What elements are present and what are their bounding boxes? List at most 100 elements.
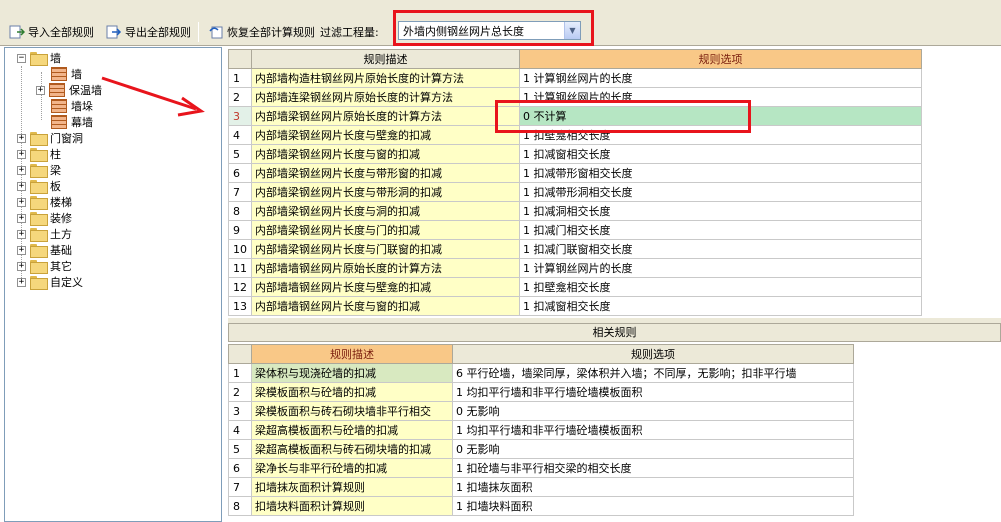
table-row[interactable]: 2 内部墙连梁钢丝网片原始长度的计算方法 1 计算钢丝网片的长度: [228, 87, 922, 107]
rule-description[interactable]: 内部墙梁钢丝网片长度与带形窗的扣减: [251, 163, 520, 183]
table-row[interactable]: 10 内部墙梁钢丝网片长度与门联窗的扣减 1 扣减门联窗相交长度: [228, 239, 922, 259]
rule-option-header[interactable]: 规则选项: [519, 49, 922, 69]
table-row[interactable]: 1 梁体积与现浇砼墙的扣减 6 平行砼墙，墙梁同厚，梁体积并入墙；不同厚，无影响；扣…: [228, 363, 854, 383]
expand-icon[interactable]: +: [17, 213, 26, 223]
rule-description[interactable]: 扣墙抹灰面积计算规则: [251, 477, 453, 497]
expand-icon[interactable]: +: [36, 85, 45, 95]
expand-icon[interactable]: +: [17, 165, 26, 175]
table-row[interactable]: 5 内部墙梁钢丝网片长度与窗的扣减 1 扣减窗相交长度: [228, 144, 922, 164]
rule-option[interactable]: 1 均扣平行墙和非平行墙砼墙模板面积: [452, 382, 854, 402]
rule-description[interactable]: 梁体积与现浇砼墙的扣减: [251, 363, 453, 383]
tree-node-foundation[interactable]: + 基础: [17, 242, 72, 258]
rule-description[interactable]: 内部墙连梁钢丝网片原始长度的计算方法: [251, 87, 520, 107]
tree-node-curtain-wall[interactable]: 幕墙: [51, 114, 93, 130]
tree-node-label: 土方: [50, 228, 72, 241]
expand-icon[interactable]: +: [17, 197, 26, 207]
table-row[interactable]: 3 内部墙梁钢丝网片原始长度的计算方法 0 不计算: [228, 106, 922, 126]
filter-select[interactable]: 外墙内侧钢丝网片总长度 ▼: [398, 21, 581, 40]
table-row[interactable]: 7 扣墙抹灰面积计算规则 1 扣墙抹灰面积: [228, 477, 854, 497]
rule-description[interactable]: 内部墙梁钢丝网片原始长度的计算方法: [251, 106, 520, 126]
tree-node-wall[interactable]: 墙: [51, 66, 82, 82]
table-row[interactable]: 7 内部墙梁钢丝网片长度与带形洞的扣减 1 扣减带形洞相交长度: [228, 182, 922, 202]
table-row[interactable]: 11 内部墙墙钢丝网片原始长度的计算方法 1 计算钢丝网片的长度: [228, 258, 922, 278]
rule-description[interactable]: 内部墙梁钢丝网片长度与门的扣减: [251, 220, 520, 240]
rule-description[interactable]: 梁超高模板面积与砖石砌块墙的扣减: [251, 439, 453, 459]
rule-option[interactable]: 0 无影响: [452, 439, 854, 459]
rule-description[interactable]: 内部墙构造柱钢丝网片原始长度的计算方法: [251, 68, 520, 88]
tree-node-earthwork[interactable]: + 土方: [17, 226, 72, 242]
expand-icon[interactable]: +: [17, 277, 26, 287]
rule-option[interactable]: 1 扣减带形洞相交长度: [519, 182, 922, 202]
chevron-down-icon[interactable]: ▼: [564, 22, 580, 39]
tree-node-custom[interactable]: + 自定义: [17, 274, 83, 290]
tree-node-wall-root[interactable]: − 墙: [17, 50, 61, 66]
table-row[interactable]: 8 内部墙梁钢丝网片长度与洞的扣减 1 扣减洞相交长度: [228, 201, 922, 221]
rule-option[interactable]: 1 扣减门联窗相交长度: [519, 239, 922, 259]
table-row[interactable]: 4 梁超高模板面积与砼墙的扣减 1 均扣平行墙和非平行墙砼墙模板面积: [228, 420, 854, 440]
restore-rules-button[interactable]: 恢复全部计算规则: [205, 21, 318, 43]
related-desc-header[interactable]: 规则描述: [251, 344, 453, 364]
rule-option[interactable]: 1 扣减带形窗相交长度: [519, 163, 922, 183]
expand-icon[interactable]: +: [17, 133, 26, 143]
table-row[interactable]: 13 内部墙墙钢丝网片长度与窗的扣减 1 扣减窗相交长度: [228, 296, 922, 316]
rule-description[interactable]: 内部墙梁钢丝网片长度与窗的扣减: [251, 144, 520, 164]
collapse-icon[interactable]: −: [17, 53, 26, 63]
related-option-header[interactable]: 规则选项: [452, 344, 854, 364]
rule-description[interactable]: 内部墙梁钢丝网片长度与洞的扣减: [251, 201, 520, 221]
rule-description[interactable]: 梁净长与非平行砼墙的扣减: [251, 458, 453, 478]
table-row[interactable]: 3 梁模板面积与砖石砌块墙非平行相交 0 无影响: [228, 401, 854, 421]
expand-icon[interactable]: +: [17, 245, 26, 255]
table-row[interactable]: 1 内部墙构造柱钢丝网片原始长度的计算方法 1 计算钢丝网片的长度: [228, 68, 922, 88]
rule-option[interactable]: 0 无影响: [452, 401, 854, 421]
rule-desc-header[interactable]: 规则描述: [251, 49, 520, 69]
tree-node-other[interactable]: + 其它: [17, 258, 72, 274]
rule-option[interactable]: 1 扣壁龛相交长度: [519, 277, 922, 297]
tree-node-decoration[interactable]: + 装修: [17, 210, 72, 226]
table-row[interactable]: 2 梁模板面积与砼墙的扣减 1 均扣平行墙和非平行墙砼墙模板面积: [228, 382, 854, 402]
rule-option[interactable]: 1 扣减洞相交长度: [519, 201, 922, 221]
rule-description[interactable]: 内部墙梁钢丝网片长度与壁龛的扣减: [251, 125, 520, 145]
rule-option[interactable]: 1 计算钢丝网片的长度: [519, 68, 922, 88]
rule-description[interactable]: 扣墙块料面积计算规则: [251, 496, 453, 516]
table-row[interactable]: 9 内部墙梁钢丝网片长度与门的扣减 1 扣减门相交长度: [228, 220, 922, 240]
rule-description[interactable]: 内部墙墙钢丝网片长度与窗的扣减: [251, 296, 520, 316]
rule-option[interactable]: 1 扣墙块料面积: [452, 496, 854, 516]
expand-icon[interactable]: +: [17, 149, 26, 159]
export-rules-button[interactable]: 导出全部规则: [103, 21, 194, 43]
rule-option[interactable]: 1 扣减门相交长度: [519, 220, 922, 240]
rule-description[interactable]: 梁模板面积与砼墙的扣减: [251, 382, 453, 402]
rule-option[interactable]: 1 扣减窗相交长度: [519, 296, 922, 316]
expand-icon[interactable]: +: [17, 181, 26, 191]
tree-node-insulation-wall[interactable]: + 保温墙: [36, 82, 102, 98]
import-rules-button[interactable]: 导入全部规则: [6, 21, 97, 43]
tree-node-beam[interactable]: + 梁: [17, 162, 61, 178]
tree-node-door-window-opening[interactable]: + 门窗洞: [17, 130, 83, 146]
rule-option[interactable]: 1 扣减窗相交长度: [519, 144, 922, 164]
table-row[interactable]: 5 梁超高模板面积与砖石砌块墙的扣减 0 无影响: [228, 439, 854, 459]
table-row[interactable]: 12 内部墙墙钢丝网片长度与壁龛的扣减 1 扣壁龛相交长度: [228, 277, 922, 297]
tree-node-stairs[interactable]: + 楼梯: [17, 194, 72, 210]
expand-icon[interactable]: +: [17, 261, 26, 271]
rule-option[interactable]: 1 计算钢丝网片的长度: [519, 258, 922, 278]
rule-description[interactable]: 内部墙梁钢丝网片长度与带形洞的扣减: [251, 182, 520, 202]
rule-option[interactable]: 1 计算钢丝网片的长度: [519, 87, 922, 107]
tree-node-column[interactable]: + 柱: [17, 146, 61, 162]
rule-description[interactable]: 内部墙墙钢丝网片原始长度的计算方法: [251, 258, 520, 278]
rule-description[interactable]: 梁超高模板面积与砼墙的扣减: [251, 420, 453, 440]
tree-node-pilaster[interactable]: 墙垛: [51, 98, 93, 114]
rule-description[interactable]: 内部墙墙钢丝网片长度与壁龛的扣减: [251, 277, 520, 297]
rule-description[interactable]: 内部墙梁钢丝网片长度与门联窗的扣减: [251, 239, 520, 259]
rule-option[interactable]: 1 扣壁龛相交长度: [519, 125, 922, 145]
expand-icon[interactable]: +: [17, 229, 26, 239]
table-row[interactable]: 6 梁净长与非平行砼墙的扣减 1 扣砼墙与非平行相交梁的相交长度: [228, 458, 854, 478]
rule-option[interactable]: 6 平行砼墙，墙梁同厚，梁体积并入墙；不同厚，无影响；扣非平行墙: [452, 363, 854, 383]
rule-option[interactable]: 0 不计算: [519, 106, 922, 126]
table-row[interactable]: 8 扣墙块料面积计算规则 1 扣墙块料面积: [228, 496, 854, 516]
rule-option[interactable]: 1 扣砼墙与非平行相交梁的相交长度: [452, 458, 854, 478]
tree-node-slab[interactable]: + 板: [17, 178, 61, 194]
rule-option[interactable]: 1 扣墙抹灰面积: [452, 477, 854, 497]
table-row[interactable]: 4 内部墙梁钢丝网片长度与壁龛的扣减 1 扣壁龛相交长度: [228, 125, 922, 145]
rule-description[interactable]: 梁模板面积与砖石砌块墙非平行相交: [251, 401, 453, 421]
rule-option[interactable]: 1 均扣平行墙和非平行墙砼墙模板面积: [452, 420, 854, 440]
table-row[interactable]: 6 内部墙梁钢丝网片长度与带形窗的扣减 1 扣减带形窗相交长度: [228, 163, 922, 183]
